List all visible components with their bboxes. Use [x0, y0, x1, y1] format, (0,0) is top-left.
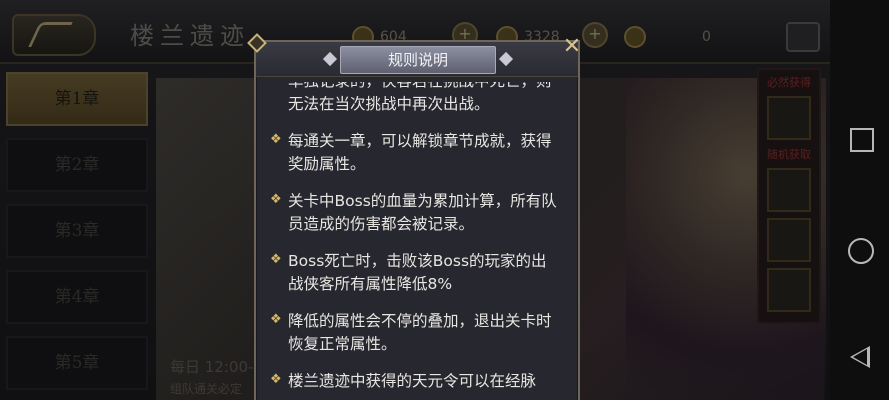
rule-item: ❖ 每通关一章，可以解锁章节成就，获得奖励属性。 — [270, 130, 562, 176]
rule-item: ❖ 降低的属性会不停的叠加，退出关卡时恢复正常属性。 — [270, 310, 562, 356]
home-icon[interactable] — [848, 238, 874, 264]
rules-content[interactable]: 单独记录的，侠客若在挑战中死亡，则无法在当次挑战中再次出战。 ❖ 每通关一章，可… — [270, 82, 562, 400]
diamond-bullet-icon: ❖ — [270, 132, 282, 147]
rule-text: 单独记录的，侠客若在挑战中死亡，则无法在当次挑战中再次出战。 — [288, 82, 552, 113]
back-icon[interactable] — [850, 346, 870, 368]
rule-item: ❖ 楼兰遗迹中获得的天元令可以在经脉 — [270, 370, 562, 393]
rule-item: ❖ 关卡中Boss的血量为累加计算，所有队员造成的伤害都会被记录。 — [270, 190, 562, 236]
rule-text: Boss死亡时，击败该Boss的玩家的出战侠客所有属性降低8% — [288, 252, 547, 293]
close-button[interactable]: ✕ — [561, 36, 583, 58]
diamond-bullet-icon: ❖ — [270, 312, 282, 327]
rule-text: 降低的属性会不停的叠加，退出关卡时恢复正常属性。 — [288, 312, 552, 353]
diamond-bullet-icon: ❖ — [270, 372, 282, 387]
dialog-title: 规则说明 — [340, 46, 496, 74]
diamond-bullet-icon: ❖ — [270, 252, 282, 267]
rules-dialog: 规则说明 ✕ 单独记录的，侠客若在挑战中死亡，则无法在当次挑战中再次出战。 ❖ … — [247, 33, 581, 400]
rule-item: ❖ Boss死亡时，击败该Boss的玩家的出战侠客所有属性降低8% — [270, 250, 562, 296]
rule-text: 关卡中Boss的血量为累加计算，所有队员造成的伤害都会被记录。 — [288, 192, 557, 233]
rule-text: 每通关一章，可以解锁章节成就，获得奖励属性。 — [288, 132, 552, 173]
game-screen: 楼兰遗迹 604 + 3328 + 0 第1章 第2章 第3章 第4章 第5章 … — [0, 0, 830, 400]
recent-apps-icon[interactable] — [850, 128, 874, 152]
rule-text: 楼兰遗迹中获得的天元令可以在经脉 — [288, 372, 537, 390]
dialog-header: 规则说明 ✕ — [247, 33, 581, 77]
diamond-bullet-icon: ❖ — [270, 192, 282, 207]
android-nav-bar — [830, 0, 889, 400]
rule-item: 单独记录的，侠客若在挑战中死亡，则无法在当次挑战中再次出战。 — [270, 82, 562, 116]
